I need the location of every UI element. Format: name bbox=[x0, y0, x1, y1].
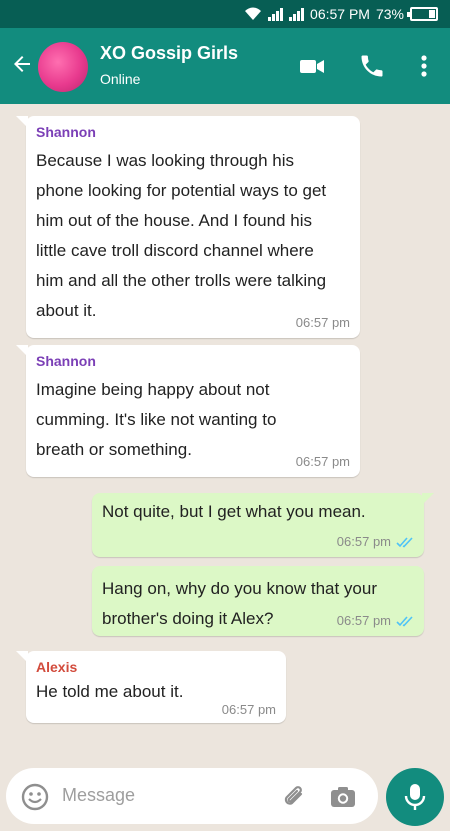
voice-record-button[interactable] bbox=[386, 768, 444, 826]
microphone-icon bbox=[404, 784, 426, 810]
message-bubble-incoming[interactable]: Shannon Because I was looking through hi… bbox=[16, 116, 360, 338]
sender-name: Shannon bbox=[36, 353, 96, 369]
message-input[interactable]: Message bbox=[62, 785, 135, 806]
chat-header: XO Gossip Girls Online bbox=[0, 28, 450, 104]
message-time: 06:57 pm bbox=[336, 534, 391, 549]
message-bubble-outgoing[interactable]: Hang on, why do you know that your broth… bbox=[92, 566, 424, 636]
message-input-bar[interactable]: Message bbox=[6, 768, 378, 824]
battery-percent: 73% bbox=[375, 6, 404, 22]
message-time-row: 06:57 pm bbox=[337, 534, 414, 549]
message-time-row: 06:57 pm bbox=[337, 613, 414, 628]
group-avatar[interactable] bbox=[38, 42, 88, 92]
message-time: 06:57 pm bbox=[336, 613, 391, 628]
video-call-icon[interactable] bbox=[298, 52, 326, 80]
message-bubble-outgoing[interactable]: Not quite, but I get what you mean. 06:5… bbox=[92, 493, 434, 557]
message-time: 06:57 pm bbox=[295, 315, 350, 330]
message-text: Not quite, but I get what you mean. bbox=[102, 502, 366, 521]
message-text: Because I was looking through his phone … bbox=[36, 151, 327, 320]
read-receipt-icon bbox=[396, 616, 413, 627]
message-bubble-incoming[interactable]: Shannon Imagine being happy about not cu… bbox=[16, 345, 360, 477]
attach-icon[interactable] bbox=[280, 782, 310, 812]
back-arrow-icon[interactable] bbox=[10, 52, 34, 76]
status-bar: 06:57 PM 73% bbox=[0, 0, 450, 28]
voice-call-icon[interactable] bbox=[358, 52, 386, 80]
chat-status: Online bbox=[100, 71, 141, 87]
status-time: 06:57 PM bbox=[310, 6, 370, 22]
message-text: He told me about it. bbox=[36, 682, 184, 701]
more-options-icon[interactable] bbox=[414, 52, 434, 80]
message-text: Imagine being happy about not cumming. I… bbox=[36, 380, 277, 459]
message-time: 06:57 pm bbox=[221, 702, 276, 717]
read-receipt-icon bbox=[396, 537, 413, 548]
sender-name: Alexis bbox=[36, 659, 78, 675]
sender-name: Shannon bbox=[36, 124, 96, 140]
camera-icon[interactable] bbox=[328, 782, 358, 812]
message-bubble-incoming[interactable]: Alexis He told me about it. 06:57 pm bbox=[16, 651, 286, 723]
signal-icon-2 bbox=[289, 7, 305, 21]
signal-icon bbox=[268, 7, 284, 21]
emoji-icon[interactable] bbox=[20, 782, 50, 812]
battery-icon bbox=[407, 7, 438, 21]
chat-title[interactable]: XO Gossip Girls bbox=[100, 43, 238, 64]
wifi-icon bbox=[245, 7, 262, 20]
message-time: 06:57 pm bbox=[295, 454, 350, 469]
